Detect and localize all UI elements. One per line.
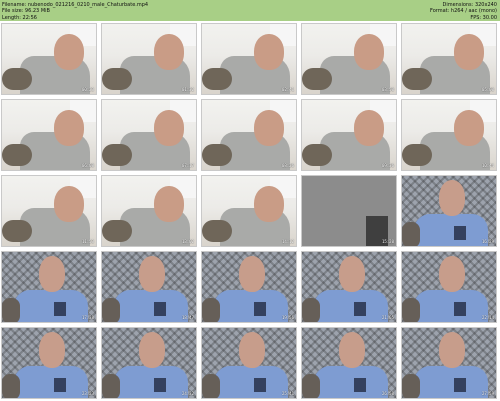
- thumbnail-image: [402, 100, 496, 170]
- thumbnail-image: [102, 100, 196, 170]
- thumbnail-image: [2, 176, 96, 246]
- thumbnail-timestamp: 03:50: [381, 87, 394, 92]
- thumbnail[interactable]: 02:41: [201, 23, 297, 95]
- format-text: Format: h264 / aac (mono): [430, 8, 497, 15]
- thumbnail-image: [2, 100, 96, 170]
- thumbnail-timestamp: 23:23: [81, 391, 94, 396]
- thumbnail[interactable]: 17:38: [1, 251, 97, 323]
- thumbnail[interactable]: 06:08: [1, 99, 97, 171]
- thumbnail-timestamp: 24:32: [181, 391, 194, 396]
- thumbnail[interactable]: 19:56: [201, 251, 297, 323]
- thumbnail-timestamp: 16:29: [481, 239, 494, 244]
- thumbnail-image: [302, 24, 396, 94]
- thumbnail-image: [402, 176, 496, 246]
- thumbnail-image: [102, 24, 196, 94]
- thumbnail-timestamp: 07:17: [181, 163, 194, 168]
- thumbnail-image: [2, 328, 96, 398]
- thumbnail-timestamp: 17:38: [81, 315, 94, 320]
- thumbnail[interactable]: 08:26: [201, 99, 297, 171]
- thumbnail-timestamp: 19:56: [281, 315, 294, 320]
- thumbnail-image: [302, 176, 396, 246]
- thumbnail[interactable]: 03:50: [301, 23, 397, 95]
- info-left: Filename: nubenodo_021216_0210_male_Chat…: [2, 2, 148, 21]
- thumbnail-image: [202, 24, 296, 94]
- thumbnail-image: [202, 328, 296, 398]
- thumbnail[interactable]: 00:23: [1, 23, 97, 95]
- thumbnail-grid: 00:23 01:32 02:41 03:50 05:00 06:08 07:17 08:26…: [1, 23, 499, 399]
- thumbnail-image: [202, 176, 296, 246]
- thumbnail[interactable]: 13:02: [101, 175, 197, 247]
- thumbnail[interactable]: 10:44: [401, 99, 497, 171]
- thumbnail-timestamp: 13:02: [181, 239, 194, 244]
- thumbnail-image: [202, 252, 296, 322]
- thumbnail-image: [302, 252, 396, 322]
- thumbnail-image: [202, 100, 296, 170]
- info-header: Filename: nubenodo_021216_0210_male_Chat…: [0, 0, 500, 21]
- thumbnail-timestamp: 25:41: [281, 391, 294, 396]
- thumbnail-timestamp: 00:23: [81, 87, 94, 92]
- thumbnail-image: [402, 328, 496, 398]
- thumbnail-image: [402, 252, 496, 322]
- length-text: Length: 22:56: [2, 14, 37, 21]
- thumbnail-image: [102, 328, 196, 398]
- thumbnail-timestamp: 22:14: [481, 315, 494, 320]
- thumbnail-timestamp: 18:47: [181, 315, 194, 320]
- thumbnail-timestamp: 27:59: [481, 391, 494, 396]
- thumbnail-image: [302, 328, 396, 398]
- thumbnail-image: [102, 176, 196, 246]
- thumbnail-image: [2, 24, 96, 94]
- thumbnail[interactable]: 22:14: [401, 251, 497, 323]
- thumbnail-image: [302, 100, 396, 170]
- thumbnail[interactable]: 05:00: [401, 23, 497, 95]
- thumbnail[interactable]: 23:23: [1, 327, 97, 399]
- thumbnail-timestamp: 26:50: [381, 391, 394, 396]
- thumbnail[interactable]: 07:17: [101, 99, 197, 171]
- thumbnail[interactable]: 11:53: [1, 175, 97, 247]
- thumbnail[interactable]: 09:36: [301, 99, 397, 171]
- thumbnail-image: [2, 252, 96, 322]
- fps-text: FPS: 30.00: [470, 14, 497, 21]
- thumbnail-timestamp: 15:20: [381, 239, 394, 244]
- thumbnail[interactable]: 26:50: [301, 327, 397, 399]
- thumbnail[interactable]: 01:32: [101, 23, 197, 95]
- thumbnail-timestamp: 21:05: [381, 315, 394, 320]
- thumbnail[interactable]: 18:47: [101, 251, 197, 323]
- thumbnail-image: [102, 252, 196, 322]
- thumbnail-timestamp: 01:32: [181, 87, 194, 92]
- thumbnail[interactable]: 21:05: [301, 251, 397, 323]
- thumbnail[interactable]: 16:29: [401, 175, 497, 247]
- info-right: Dimensions: 320x240 Format: h264 / aac (…: [430, 2, 497, 21]
- thumbnail[interactable]: 14:12: [201, 175, 297, 247]
- thumbnail[interactable]: 24:32: [101, 327, 197, 399]
- thumbnail[interactable]: 27:59: [401, 327, 497, 399]
- thumbnail[interactable]: 15:20: [301, 175, 397, 247]
- thumbnail-timestamp: 02:41: [281, 87, 294, 92]
- thumbnail-image: [402, 24, 496, 94]
- thumbnail-timestamp: 09:36: [381, 163, 394, 168]
- thumbnail-timestamp: 10:44: [481, 163, 494, 168]
- thumbnail[interactable]: 25:41: [201, 327, 297, 399]
- thumbnail-timestamp: 05:00: [481, 87, 494, 92]
- thumbnail-timestamp: 08:26: [281, 163, 294, 168]
- thumbnail-timestamp: 11:53: [81, 239, 94, 244]
- thumbnail-timestamp: 06:08: [81, 163, 94, 168]
- thumbnail-timestamp: 14:12: [281, 239, 294, 244]
